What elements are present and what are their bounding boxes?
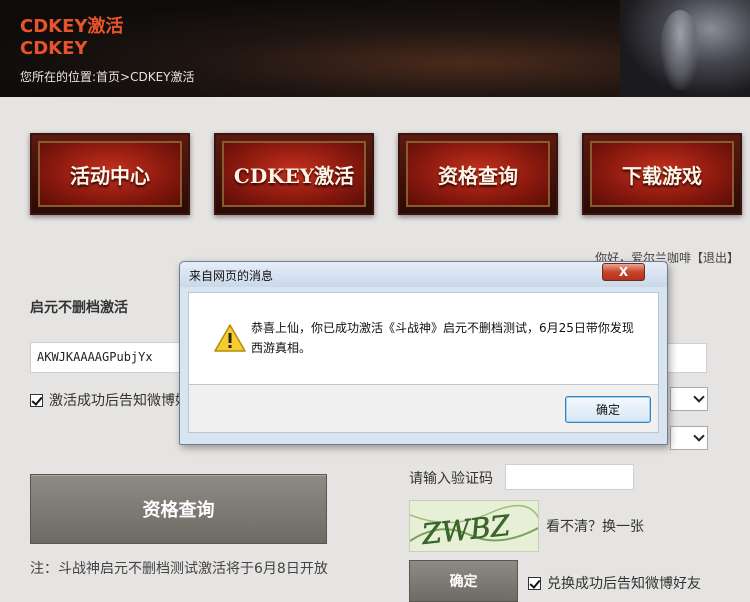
dialog-ok-button[interactable]: 确定 (565, 396, 651, 423)
chevron-down-icon (693, 430, 705, 442)
captcha-text: ZWBZ (419, 509, 512, 551)
chevron-down-icon (693, 391, 705, 403)
header-character-art (620, 0, 750, 97)
breadcrumb[interactable]: 您所在的位置:首页>CDKEY激活 (20, 68, 195, 85)
dialog-message: 恭喜上仙，你已成功激活《斗战神》启元不删档测试，6月25日带你发现西游真相。 (251, 321, 634, 355)
select-dropdown-1[interactable] (670, 387, 708, 411)
nav-cdkey-activate-button[interactable]: CDKEY激活 (214, 133, 374, 215)
cdkey-input[interactable]: AKWJKAAAAGPubjYx (30, 342, 190, 373)
captcha-label: 请输入验证码 (409, 471, 493, 487)
weibo-notify-option[interactable]: 激活成功后告知微博好友 (30, 390, 203, 410)
page-subtitle: CDKEY (20, 38, 88, 59)
confirm-button[interactable]: 确定 (409, 560, 518, 602)
select-dropdown-2[interactable] (670, 426, 708, 450)
section-title: 启元不删档激活 (30, 300, 128, 316)
dialog-close-button[interactable]: X (602, 263, 645, 281)
captcha-input[interactable] (505, 464, 634, 490)
eligibility-query-button[interactable]: 资格查询 (30, 474, 327, 544)
alert-dialog: 来自网页的消息 X 恭喜上仙，你已成功激活《斗战神》启元不删档测试，6月25日带… (179, 261, 668, 445)
exchange-weibo-checkbox[interactable] (528, 576, 541, 590)
exchange-weibo-option[interactable]: 兑换成功后告知微博好友 (528, 573, 701, 593)
nav-activity-center-button[interactable]: 活动中心 (30, 133, 190, 215)
dialog-title: 来自网页的消息 (189, 269, 274, 283)
nav-label: CDKEY激活 (222, 141, 366, 207)
activation-note: 注：斗战神启元不删档测试激活将于6月8日开放 (30, 561, 328, 577)
nav-label: 资格查询 (406, 141, 550, 207)
dialog-body: 恭喜上仙，你已成功激活《斗战神》启元不删档测试，6月25日带你发现西游真相。 (188, 292, 659, 385)
close-icon: X (618, 265, 629, 279)
dialog-titlebar[interactable]: 来自网页的消息 X (180, 262, 667, 287)
weibo-notify-checkbox[interactable] (30, 393, 43, 407)
page-header: CDKEY激活 CDKEY 您所在的位置:首页>CDKEY激活 (0, 0, 750, 97)
nav-label: 下载游戏 (590, 141, 734, 207)
warning-icon (214, 324, 246, 352)
captcha-refresh-link[interactable]: 看不清？换一张 (546, 516, 644, 536)
page-title: CDKEY激活 (20, 16, 124, 37)
exchange-weibo-label: 兑换成功后告知微博好友 (547, 576, 701, 592)
captcha-image[interactable]: ZWBZ (409, 500, 539, 552)
nav-download-game-button[interactable]: 下载游戏 (582, 133, 742, 215)
nav-eligibility-query-button[interactable]: 资格查询 (398, 133, 558, 215)
nav-label: 活动中心 (38, 141, 182, 207)
